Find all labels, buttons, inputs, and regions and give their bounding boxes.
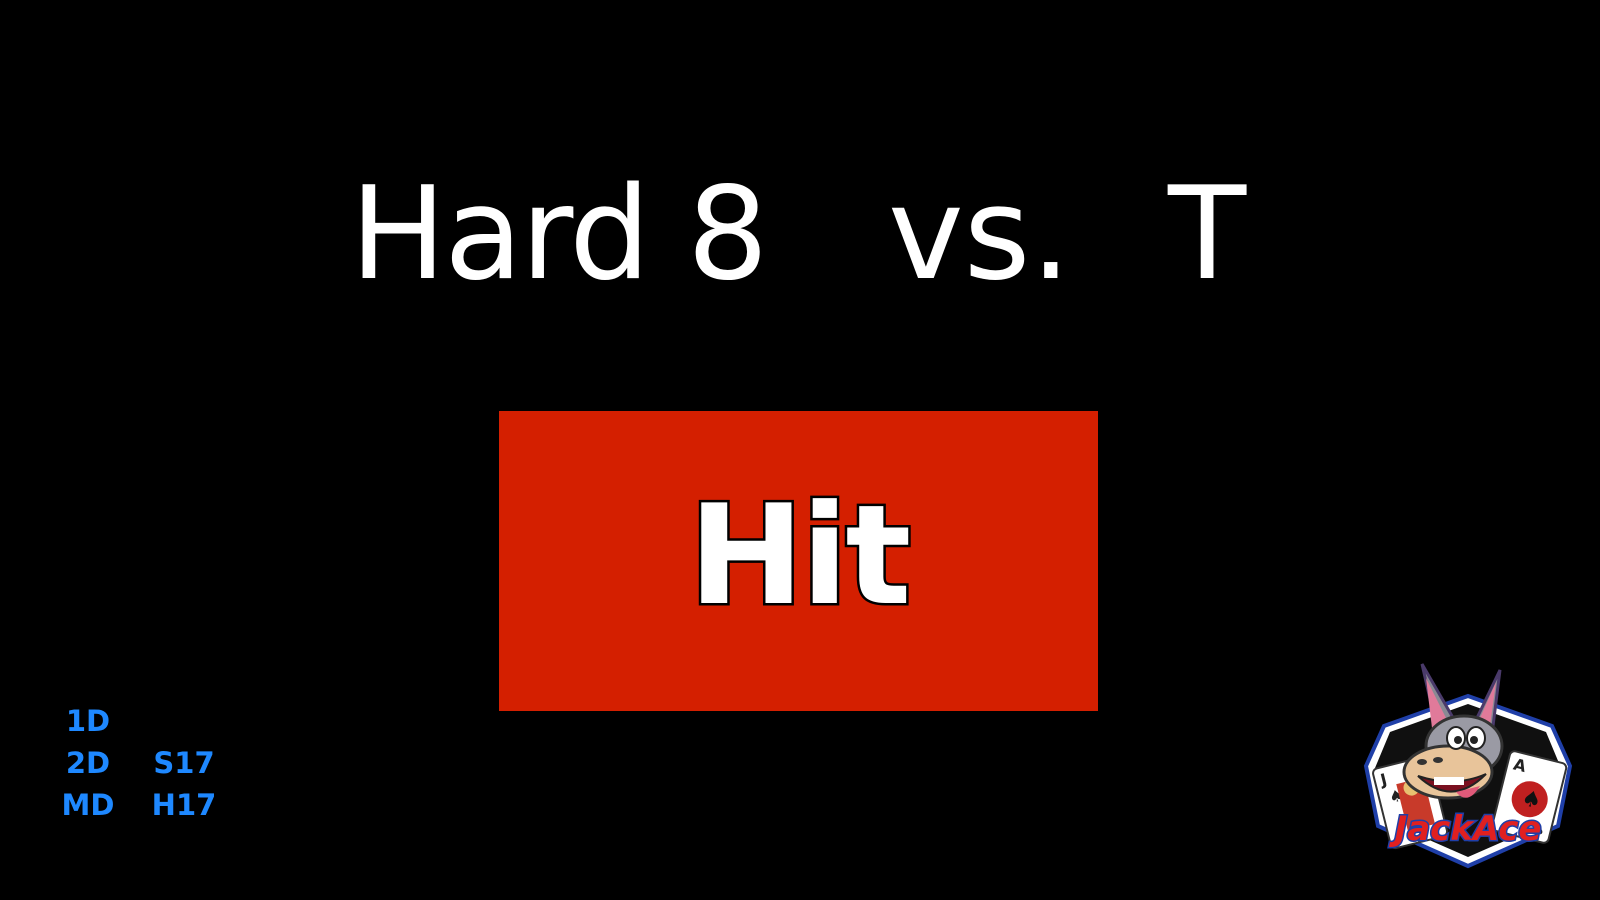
hand-matchup: Hard 8 vs. T (0, 160, 1600, 310)
soft17-rule-item: H17 (151, 788, 217, 822)
player-hand: Hard 8 (350, 160, 768, 309)
deck-count-item: 2D (65, 746, 111, 780)
soft17-rule-list: S17 H17 (148, 742, 220, 826)
game-screen: Hard 8 vs. T Hit 1D 2D MD S17 H17 J ♠ A … (0, 0, 1600, 900)
donkey-mascot-logo-icon: J ♠ A ♠ ♠ JackAce (1352, 656, 1584, 874)
dealer-upcard: T (1168, 160, 1247, 309)
versus-label: vs. (888, 160, 1072, 309)
action-card: Hit (499, 411, 1098, 711)
deck-count-list: 1D 2D MD (52, 700, 124, 826)
deck-count-item: MD (61, 788, 115, 822)
deck-count-item: 1D (65, 704, 111, 738)
action-label: Hit (686, 475, 914, 636)
svg-text:JackAce: JackAce (1389, 809, 1542, 849)
soft17-rule-item: S17 (153, 746, 215, 780)
